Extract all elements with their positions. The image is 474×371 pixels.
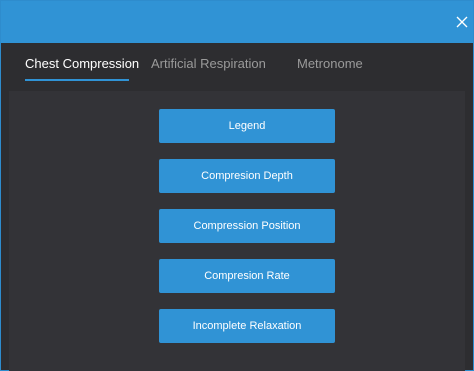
dialog-window: Chest Compression Artificial Respiration… xyxy=(0,0,474,371)
content-panel: Chest Compression Artificial Respiration… xyxy=(9,43,465,371)
action-button-list: Legend Compresion Depth Compression Posi… xyxy=(159,109,335,359)
compression-rate-button[interactable]: Compresion Rate xyxy=(159,259,335,293)
tab-chest-compression[interactable]: Chest Compression xyxy=(25,56,139,71)
incomplete-relaxation-button[interactable]: Incomplete Relaxation xyxy=(159,309,335,343)
compression-depth-button[interactable]: Compresion Depth xyxy=(159,159,335,193)
compression-position-button[interactable]: Compression Position xyxy=(159,209,335,243)
active-tab-indicator xyxy=(25,79,129,81)
title-bar xyxy=(1,1,473,43)
tab-bar: Chest Compression Artificial Respiration… xyxy=(9,43,465,91)
tab-artificial-respiration[interactable]: Artificial Respiration xyxy=(151,56,266,71)
close-icon[interactable] xyxy=(455,15,469,29)
legend-button[interactable]: Legend xyxy=(159,109,335,143)
tab-metronome[interactable]: Metronome xyxy=(297,56,363,71)
